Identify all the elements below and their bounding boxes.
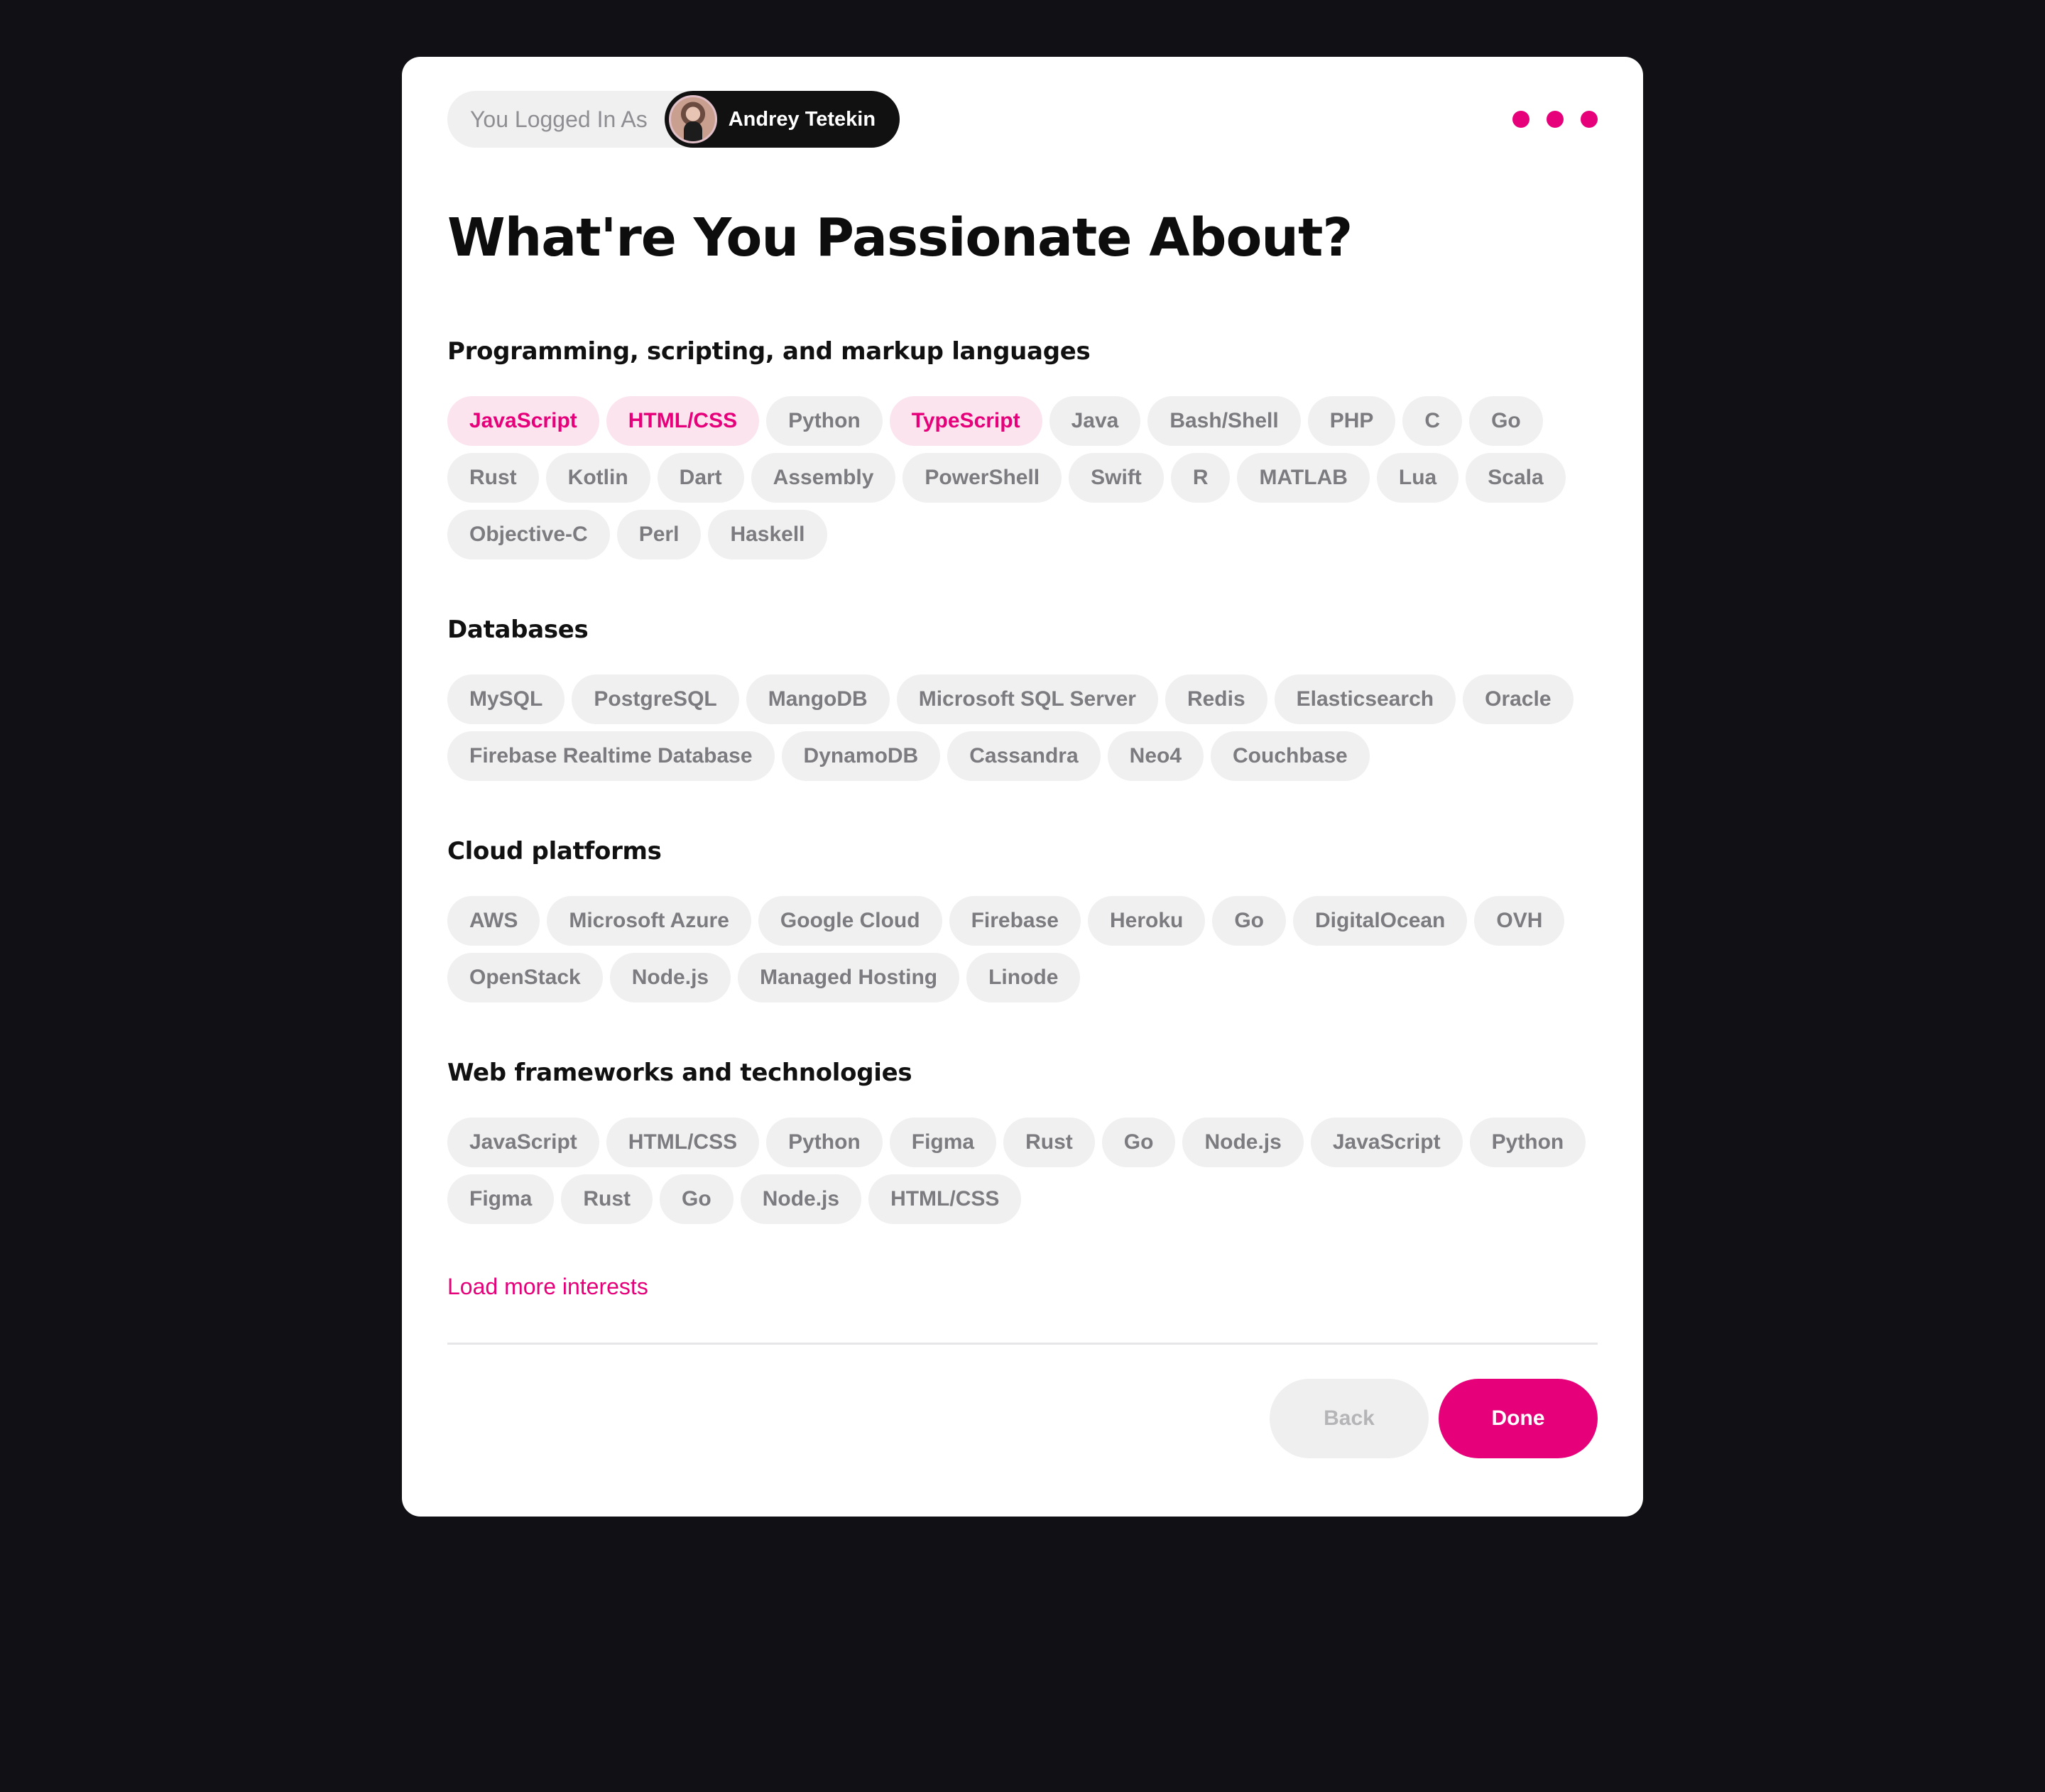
interest-tag[interactable]: HTML/CSS	[606, 1118, 760, 1167]
interest-tag[interactable]: Dart	[657, 453, 744, 503]
interest-tag[interactable]: OVH	[1474, 896, 1565, 946]
interest-tag[interactable]: Perl	[616, 510, 702, 559]
tag-list: JavaScript HTML/CSS Python TypeScript Java Ba…	[447, 396, 1598, 559]
interest-tag[interactable]: Kotlin	[545, 453, 650, 503]
section-title: Web frameworks and technologies	[447, 1059, 912, 1087]
dot	[1512, 111, 1529, 128]
interest-tag[interactable]: R	[1170, 453, 1231, 503]
interest-tag[interactable]: MangoDB	[746, 674, 890, 724]
interest-tag[interactable]: Go	[1101, 1118, 1176, 1167]
interest-tag[interactable]: Bash/Shell	[1147, 396, 1301, 446]
tag-list: JavaScript HTML/CSS Python Figma Rust Go Node.…	[447, 1118, 1598, 1224]
footer-actions: Back Done	[447, 1379, 1598, 1458]
load-more-row: Load more interests	[447, 1224, 1598, 1300]
back-button[interactable]: Back	[1270, 1379, 1429, 1458]
interest-section: Web frameworks and technologies JavaScrip…	[447, 1061, 1598, 1224]
more-options-icon[interactable]	[1512, 111, 1598, 128]
interest-tag[interactable]: Python	[766, 396, 883, 446]
interests-dialog: You Logged In As Andrey Tetekin What're …	[402, 57, 1643, 1517]
interest-tag[interactable]: Rust	[447, 453, 539, 503]
interest-tag[interactable]: Node.js	[609, 953, 731, 1002]
interest-tag[interactable]: Rust	[561, 1174, 653, 1224]
interest-tag[interactable]: Haskell	[708, 510, 827, 559]
interest-tag[interactable]: Neo4	[1107, 731, 1204, 781]
interest-tag[interactable]: Linode	[966, 953, 1081, 1002]
dot	[1581, 111, 1598, 128]
interest-tag[interactable]: Microsoft Azure	[547, 896, 751, 946]
top-bar: You Logged In As Andrey Tetekin	[447, 91, 1598, 148]
page-title: What're You Passionate About?	[447, 207, 1353, 268]
interest-tag[interactable]: Figma	[447, 1174, 555, 1224]
interest-tag[interactable]: PHP	[1307, 396, 1396, 446]
interest-tag[interactable]: Google Cloud	[758, 896, 942, 946]
interest-sections: Programming, scripting, and markup langu…	[447, 339, 1598, 1224]
interest-tag[interactable]: Assembly	[751, 453, 896, 503]
interest-tag[interactable]: HTML/CSS	[606, 396, 760, 446]
user-name: Andrey Tetekin	[728, 107, 876, 131]
section-title: Programming, scripting, and markup langu…	[447, 337, 1091, 366]
interest-tag[interactable]: PowerShell	[902, 453, 1062, 503]
interest-tag[interactable]: Node.js	[740, 1174, 862, 1224]
interest-tag[interactable]: Go	[1469, 396, 1543, 446]
login-status: You Logged In As Andrey Tetekin	[447, 91, 900, 148]
interest-tag[interactable]: Heroku	[1087, 896, 1206, 946]
user-chip[interactable]: Andrey Tetekin	[664, 91, 900, 148]
interest-tag[interactable]: Go	[660, 1174, 734, 1224]
interest-tag[interactable]: Rust	[1003, 1118, 1095, 1167]
interest-tag[interactable]: Microsoft SQL Server	[896, 674, 1158, 724]
interest-tag[interactable]: Elasticsearch	[1274, 674, 1456, 724]
section-title: Databases	[447, 616, 589, 644]
dot	[1547, 111, 1564, 128]
interest-tag[interactable]: Firebase Realtime Database	[447, 731, 775, 781]
interest-section: Cloud platforms AWS Microsoft Azure Google …	[447, 839, 1598, 1002]
interest-tag[interactable]: OpenStack	[447, 953, 603, 1002]
interest-section: Databases MySQL PostgreSQL MangoDB Microsoft…	[447, 618, 1598, 781]
interest-tag[interactable]: JavaScript	[447, 1118, 599, 1167]
interest-tag[interactable]: Firebase	[949, 896, 1081, 946]
interest-tag[interactable]: Node.js	[1182, 1118, 1304, 1167]
interest-tag[interactable]: DynamoDB	[781, 731, 941, 781]
tag-list: AWS Microsoft Azure Google Cloud Firebase He…	[447, 896, 1598, 1002]
interest-tag[interactable]: MySQL	[447, 674, 565, 724]
done-button[interactable]: Done	[1439, 1379, 1598, 1458]
section-title: Cloud platforms	[447, 837, 662, 865]
interest-tag[interactable]: Oracle	[1463, 674, 1574, 724]
load-more-link[interactable]: Load more interests	[447, 1274, 648, 1300]
interest-tag[interactable]: JavaScript	[447, 396, 599, 446]
interest-tag[interactable]: Figma	[889, 1118, 997, 1167]
interest-tag[interactable]: PostgreSQL	[572, 674, 739, 724]
interest-section: Programming, scripting, and markup langu…	[447, 339, 1598, 559]
tag-list: MySQL PostgreSQL MangoDB Microsoft SQL Serv…	[447, 674, 1598, 781]
interest-tag[interactable]: Java	[1049, 396, 1141, 446]
interest-tag[interactable]: Redis	[1165, 674, 1267, 724]
interest-tag[interactable]: Objective-C	[447, 510, 610, 559]
interest-tag[interactable]: Couchbase	[1211, 731, 1370, 781]
interest-tag[interactable]: Managed Hosting	[738, 953, 960, 1002]
interest-tag[interactable]: Python	[1469, 1118, 1586, 1167]
interest-tag[interactable]: AWS	[447, 896, 540, 946]
interest-tag[interactable]: Scala	[1466, 453, 1566, 503]
interest-tag[interactable]: MATLAB	[1237, 453, 1370, 503]
divider	[447, 1343, 1598, 1345]
interest-tag[interactable]: Swift	[1069, 453, 1164, 503]
interest-tag[interactable]: JavaScript	[1310, 1118, 1463, 1167]
interest-tag[interactable]: DigitalOcean	[1293, 896, 1468, 946]
interest-tag[interactable]: Lua	[1376, 453, 1459, 503]
login-label: You Logged In As	[470, 106, 648, 132]
avatar	[668, 95, 717, 143]
interest-tag[interactable]: Go	[1212, 896, 1286, 946]
interest-tag[interactable]: HTML/CSS	[868, 1174, 1022, 1224]
interest-tag[interactable]: Cassandra	[947, 731, 1101, 781]
interest-tag[interactable]: C	[1402, 396, 1463, 446]
interest-tag[interactable]: Python	[766, 1118, 883, 1167]
interest-tag[interactable]: TypeScript	[889, 396, 1042, 446]
